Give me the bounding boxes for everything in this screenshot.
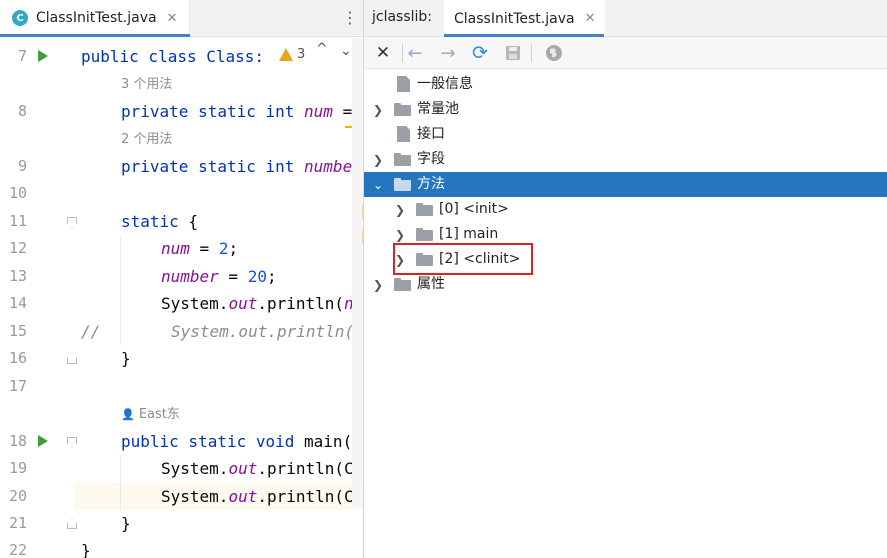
editor-tab-label: ClassInitTest.java: [36, 10, 157, 26]
code-line: private static int num =: [121, 102, 353, 121]
tree-item-label: 接口: [417, 126, 445, 142]
tree-item-label: [0] <init>: [439, 201, 509, 217]
tree-item-label: 字段: [417, 151, 445, 167]
previous-highlight-icon[interactable]: ^: [316, 41, 328, 57]
code-line: num = 2;: [161, 239, 239, 258]
tree-item-methods[interactable]: ⌄ 方法: [364, 172, 887, 197]
indent-guide: [120, 455, 121, 511]
code-line: //: [81, 322, 101, 341]
line-number: 15: [8, 322, 27, 340]
code-editor[interactable]: C ClassInitTest.java ✕ ⋮ 7 8 9 10 11 12 …: [0, 0, 363, 558]
line-number: 8: [17, 102, 27, 120]
code-line: number = 20;: [161, 267, 277, 286]
java-class-icon: C: [12, 10, 28, 26]
chevron-right-icon[interactable]: ❯: [373, 147, 383, 172]
toolbar-separator: [531, 44, 532, 62]
code-line: System.out.println(C: [161, 487, 354, 506]
tree-item-interfaces[interactable]: 接口: [364, 122, 887, 147]
folder-icon: [416, 228, 433, 241]
usage-hint[interactable]: 3 个用法: [121, 71, 172, 98]
warning-icon: [279, 47, 293, 61]
forward-arrow-icon[interactable]: →: [437, 42, 459, 64]
jclasslib-tab-classinittest[interactable]: ClassInitTest.java ✕: [444, 0, 606, 37]
folder-icon: [394, 153, 411, 166]
close-tab-icon[interactable]: ✕: [167, 11, 178, 26]
tree-item-attributes[interactable]: ❯ 属性: [364, 272, 887, 297]
code-line: public static void main(: [121, 432, 353, 451]
author-hint[interactable]: 👤 East东: [121, 401, 180, 428]
indent-guide: [120, 235, 121, 345]
tree-item-label: 属性: [417, 276, 445, 292]
chevron-down-icon[interactable]: ⌄: [373, 172, 383, 197]
file-icon: [397, 76, 410, 92]
chevron-right-icon[interactable]: ❯: [395, 197, 405, 222]
line-number: 17: [8, 377, 27, 395]
more-options-icon[interactable]: ⋮: [342, 8, 358, 28]
run-icon[interactable]: [38, 435, 48, 447]
highlight-annotation-box: [393, 243, 533, 275]
tree-item-label: 一般信息: [417, 76, 473, 92]
tree-item-label: 方法: [417, 176, 445, 192]
editor-scrollbar[interactable]: [352, 38, 362, 508]
code-line: private static int number: [121, 157, 362, 176]
chevron-right-icon[interactable]: ❯: [373, 97, 383, 122]
tree-item-constant-pool[interactable]: ❯ 常量池: [364, 97, 887, 122]
folder-icon: [416, 203, 433, 216]
close-icon[interactable]: ✕: [372, 42, 394, 64]
code-line: }: [121, 514, 131, 533]
line-number: 13: [8, 267, 27, 285]
chevron-right-icon[interactable]: ❯: [373, 272, 383, 297]
code-line: static {: [121, 212, 199, 231]
jclasslib-tab-label: ClassInitTest.java: [454, 10, 575, 27]
code-line: System.out.println(: [171, 322, 355, 341]
line-number: 20: [8, 487, 27, 505]
line-number: 14: [8, 294, 27, 312]
warning-indicator[interactable]: 3: [275, 44, 310, 64]
line-number: 21: [8, 514, 27, 532]
usage-hint[interactable]: 2 个用法: [121, 126, 172, 153]
toolbar-separator: [402, 44, 403, 62]
warning-count: 3: [297, 46, 306, 62]
back-arrow-icon[interactable]: ←: [404, 42, 426, 64]
line-number: 19: [8, 459, 27, 477]
file-icon: [397, 126, 410, 142]
line-number: 7: [17, 47, 27, 65]
code-line: System.out.println(C: [161, 459, 354, 478]
code-line: System.out.println(n: [161, 294, 354, 313]
line-number: 12: [8, 239, 27, 257]
editor-tab-classinittest[interactable]: C ClassInitTest.java ✕: [0, 0, 190, 36]
code-line: }: [81, 541, 91, 558]
folder-icon: [394, 103, 411, 116]
tree-item-general-info[interactable]: 一般信息: [364, 72, 887, 97]
refresh-icon[interactable]: ⟳: [469, 42, 491, 64]
jclasslib-panel: jclasslib: ClassInitTest.java ✕ ✕ ← → ⟳ …: [364, 0, 887, 558]
line-number: 22: [8, 541, 27, 558]
code-line: public class Class:: [81, 47, 265, 66]
person-icon: 👤: [121, 408, 135, 421]
line-number: 10: [8, 184, 27, 202]
editor-tab-bar: C ClassInitTest.java ✕ ⋮: [0, 0, 363, 37]
line-number: 9: [17, 157, 27, 175]
folder-icon: [394, 178, 411, 191]
folder-icon: [394, 278, 411, 291]
jclasslib-toolbar: ✕ ← → ⟳: [364, 37, 887, 69]
run-icon[interactable]: [38, 50, 48, 62]
line-number: 11: [8, 212, 27, 230]
tree-item-label: [1] main: [439, 226, 499, 242]
jclasslib-title: jclasslib:: [372, 9, 433, 25]
next-highlight-icon[interactable]: ⌄: [340, 43, 352, 59]
save-icon[interactable]: [502, 42, 524, 64]
tree-item-method-init[interactable]: ❯ [0] <init>: [364, 197, 887, 222]
close-tab-icon[interactable]: ✕: [585, 11, 596, 26]
tree-item-fields[interactable]: ❯ 字段: [364, 147, 887, 172]
line-number: 16: [8, 349, 27, 367]
jclasslib-tab-bar: jclasslib: ClassInitTest.java ✕: [364, 0, 887, 37]
code-line: }: [121, 349, 131, 368]
browser-icon[interactable]: [543, 42, 565, 64]
tree-item-label: 常量池: [417, 101, 459, 117]
line-number: 18: [8, 432, 27, 450]
